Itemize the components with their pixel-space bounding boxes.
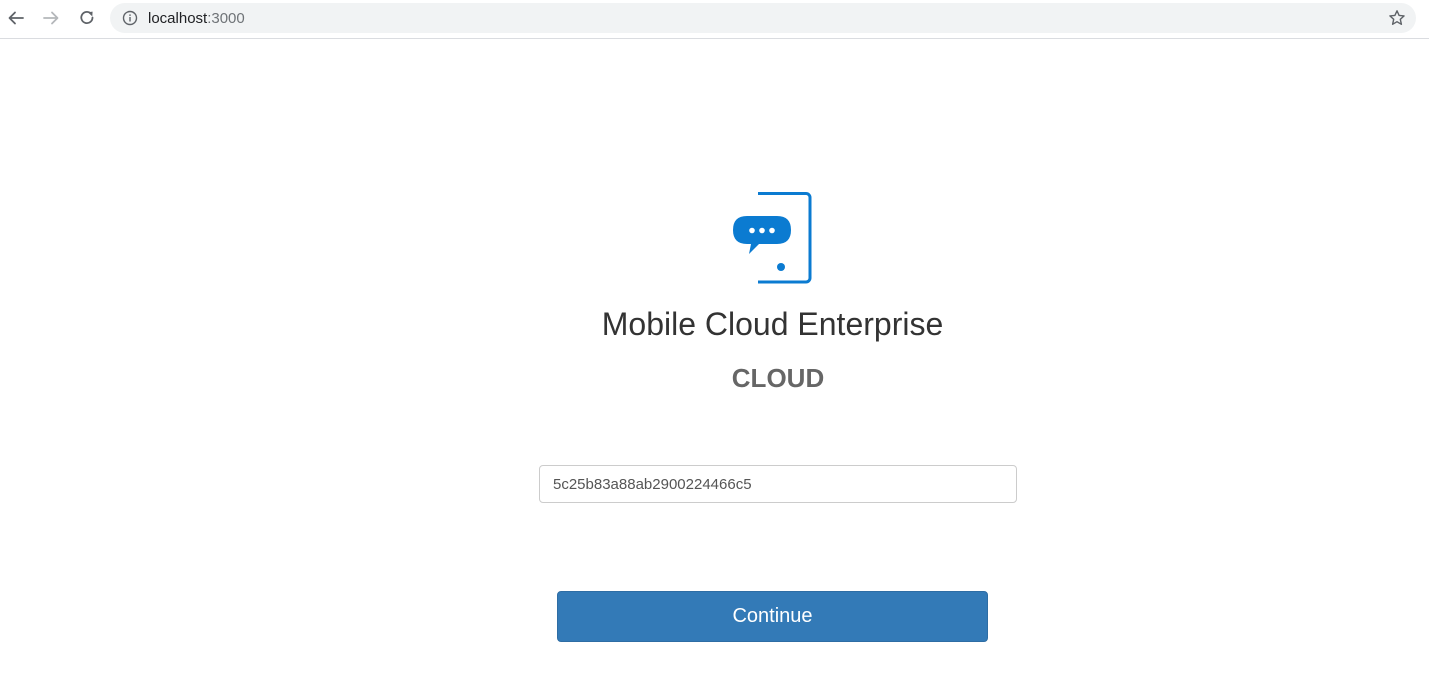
reload-icon xyxy=(80,11,94,24)
reload-button[interactable] xyxy=(75,6,99,30)
address-bar[interactable]: localhost:3000 xyxy=(110,3,1416,33)
continue-button[interactable]: Continue xyxy=(557,591,988,642)
url-port: :3000 xyxy=(207,10,245,27)
app-subtitle: CLOUD xyxy=(731,363,825,393)
browser-toolbar: localhost:3000 xyxy=(0,0,1429,39)
token-input[interactable] xyxy=(539,465,1017,503)
page-content: Mobile Cloud Enterprise CLOUD Continue xyxy=(0,39,1429,678)
forward-button[interactable] xyxy=(39,6,63,30)
info-icon[interactable] xyxy=(122,10,138,26)
star-icon[interactable] xyxy=(1388,9,1406,27)
url-host: localhost xyxy=(148,10,208,27)
arrow-right-icon xyxy=(43,11,59,25)
arrow-left-icon xyxy=(8,11,24,25)
back-button[interactable] xyxy=(4,6,28,30)
url-text[interactable]: localhost:3000 xyxy=(148,10,245,27)
mobile-chat-logo xyxy=(733,192,812,284)
app-title: Mobile Cloud Enterprise xyxy=(601,306,944,342)
